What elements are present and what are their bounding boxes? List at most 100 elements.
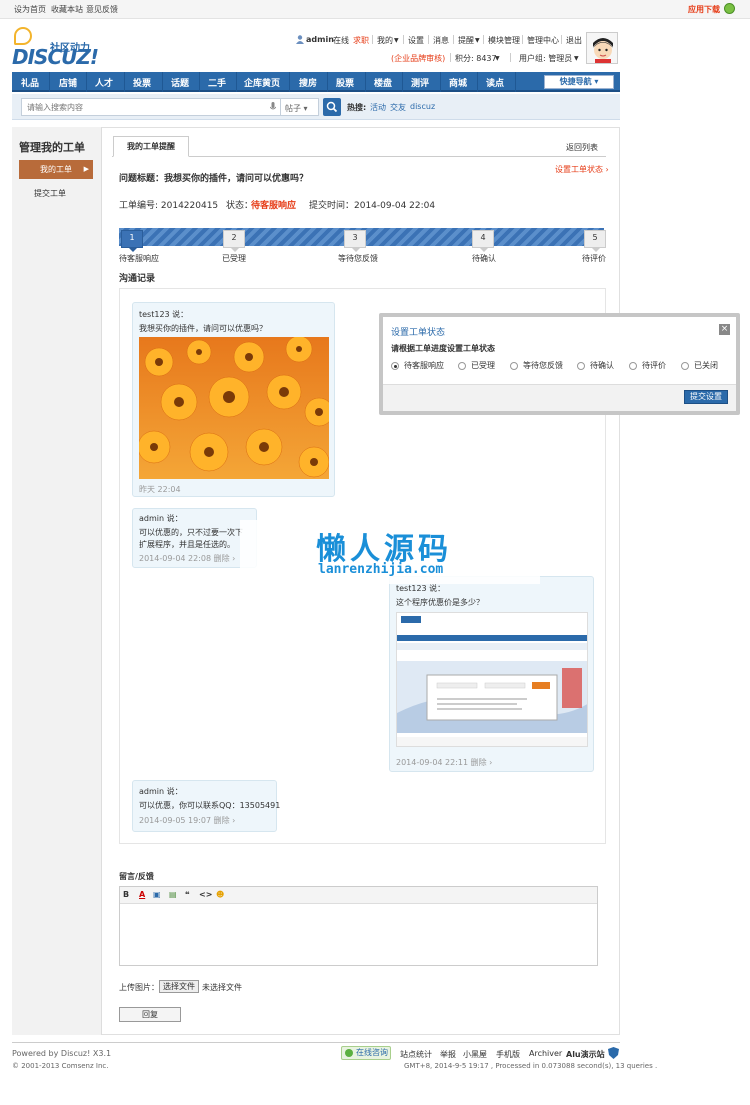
app-download-link[interactable]: 应用下载 xyxy=(688,4,720,15)
set-status-link[interactable]: 设置工单状态 › xyxy=(555,164,609,175)
message-author: test123 说： xyxy=(396,584,446,593)
smiley-icon[interactable]: ☻ xyxy=(216,890,224,899)
admin-center-link[interactable]: 管理中心 xyxy=(527,35,559,46)
editor-toolbar xyxy=(120,887,597,904)
footer-link[interactable]: Alu演示站 xyxy=(566,1049,605,1060)
image-icon[interactable]: ▣ xyxy=(153,890,161,899)
step-label: 待确认 xyxy=(472,254,496,263)
online-consult-button[interactable]: 在线咨询 xyxy=(341,1046,391,1060)
reminders-link[interactable]: 提醒 xyxy=(458,35,474,46)
status-radio[interactable] xyxy=(510,362,518,370)
enterprise-link[interactable]: (企业品牌审核) xyxy=(391,53,445,64)
quick-nav-button[interactable]: 快捷导航 ▾ xyxy=(544,75,614,89)
nav-item[interactable]: 礼品 xyxy=(21,76,39,89)
logo-text: DISCUZ! xyxy=(12,45,99,69)
status-radio[interactable] xyxy=(681,362,689,370)
chevron-down-icon: ▼ xyxy=(475,37,480,44)
my-menu[interactable]: 我的 xyxy=(377,35,393,46)
status-option-label[interactable]: 已关闭 xyxy=(694,360,718,371)
microphone-icon[interactable] xyxy=(270,102,276,112)
avatar[interactable] xyxy=(586,32,618,64)
username-link[interactable]: admin xyxy=(306,35,334,44)
bold-icon[interactable]: B xyxy=(123,890,129,899)
search-input[interactable] xyxy=(21,98,281,116)
hot-link[interactable]: discuz xyxy=(410,102,435,111)
tab-my-tickets[interactable]: 我的工单提醒 xyxy=(113,136,189,157)
user-group: 用户组: 管理员 xyxy=(519,54,573,63)
footer-link[interactable]: 小黑屋 xyxy=(463,1049,487,1060)
shield-icon[interactable] xyxy=(608,1047,619,1059)
nav-item[interactable]: 测评 xyxy=(411,76,429,89)
step-label: 待评价 xyxy=(582,254,606,263)
footer-link[interactable]: Archiver xyxy=(529,1049,562,1058)
nav-item[interactable]: 股票 xyxy=(336,76,354,89)
set-home-link[interactable]: 设为首页 xyxy=(14,4,46,15)
message-text: 扩展程序，并且是任选的。 xyxy=(139,540,235,549)
nav-item[interactable]: 人才 xyxy=(95,76,113,89)
progress-step: 2 xyxy=(223,230,245,252)
status-option-label[interactable]: 待评价 xyxy=(642,360,666,371)
nav-item[interactable]: 搜房 xyxy=(299,76,317,89)
message-time[interactable]: 2014-09-04 22:08 删除 › xyxy=(139,553,235,564)
logout-link[interactable]: 退出 xyxy=(566,35,582,46)
nav-item[interactable]: 话题 xyxy=(171,76,189,89)
choose-file-button[interactable]: 选择文件 xyxy=(159,980,199,993)
nav-item[interactable]: 企库黄页 xyxy=(244,76,280,89)
question-title: 问题标题：我想买你的插件，请问可以优惠吗？ xyxy=(119,174,309,184)
progress-step: 5 xyxy=(584,230,606,252)
footer-link[interactable]: 站点统计 xyxy=(400,1049,432,1060)
message-time: 昨天 22:04 xyxy=(139,485,181,494)
close-icon[interactable]: × xyxy=(719,324,730,335)
code-icon[interactable]: <> xyxy=(199,890,212,899)
status-option-label[interactable]: 待确认 xyxy=(590,360,614,371)
nav-item[interactable]: 楼盘 xyxy=(374,76,392,89)
message-time[interactable]: 2014-09-04 22:11 删除 › xyxy=(396,757,492,768)
sidebar-item-my-tickets[interactable]: 我的工单 ▶ xyxy=(19,160,93,179)
footer-link[interactable]: 手机版 xyxy=(496,1049,520,1060)
search-type-select[interactable]: 帖子 ▾ xyxy=(281,98,319,116)
sidebar-item-submit-ticket[interactable]: 提交工单 xyxy=(34,188,66,199)
job-link[interactable]: 求职 xyxy=(353,35,369,46)
message-text: 这个程序优惠价是多少？ xyxy=(396,598,484,607)
upload-label: 上传图片： xyxy=(119,983,159,992)
progress-step: 4 xyxy=(472,230,494,252)
step-label: 等待您反馈 xyxy=(338,254,378,263)
status-radio[interactable] xyxy=(458,362,466,370)
status-option-label[interactable]: 已受理 xyxy=(471,360,495,371)
module-manage-link[interactable]: 模块管理 xyxy=(488,35,520,46)
progress-step: 1 xyxy=(121,230,143,252)
step-label: 待客服响应 xyxy=(119,254,159,263)
feedback-link[interactable]: 意见反馈 xyxy=(86,4,118,15)
reply-button[interactable]: 回复 xyxy=(119,1007,181,1022)
back-to-list-link[interactable]: 返回列表 xyxy=(566,142,598,153)
app-icon[interactable] xyxy=(724,3,735,14)
screenshot-image[interactable] xyxy=(396,612,588,747)
nav-item[interactable]: 投票 xyxy=(133,76,151,89)
status-radio[interactable] xyxy=(577,362,585,370)
nav-item[interactable]: 商城 xyxy=(449,76,467,89)
message-author: test123 说： xyxy=(139,310,189,319)
nav-item[interactable]: 读点 xyxy=(486,76,504,89)
nav-item[interactable]: 二手 xyxy=(208,76,226,89)
nav-item[interactable]: 店铺 xyxy=(59,76,77,89)
hot-link[interactable]: 活动 xyxy=(370,102,386,113)
status-option-label[interactable]: 待客服响应 xyxy=(404,360,444,371)
flower-image[interactable] xyxy=(139,337,329,479)
points-display[interactable]: 积分: 8437 xyxy=(455,53,497,64)
font-color-icon[interactable]: A xyxy=(139,890,145,899)
settings-link[interactable]: 设置 xyxy=(408,35,424,46)
quote-icon[interactable]: ❝ xyxy=(185,890,190,899)
message-time[interactable]: 2014-09-05 19:07 删除 › xyxy=(139,815,235,826)
bookmark-link[interactable]: 收藏本站 xyxy=(51,4,83,15)
footer-link[interactable]: 举报 xyxy=(440,1049,456,1060)
hot-link[interactable]: 交友 xyxy=(390,102,406,113)
search-button[interactable] xyxy=(323,98,341,116)
messages-link[interactable]: 消息 xyxy=(433,35,449,46)
attachment-icon[interactable]: ▤ xyxy=(169,890,177,899)
progress-step: 3 xyxy=(344,230,366,252)
site-logo[interactable]: 社区动力 DISCUZ! xyxy=(12,25,102,69)
status-radio[interactable] xyxy=(629,362,637,370)
status-option-label[interactable]: 等待您反馈 xyxy=(523,360,563,371)
submit-status-button[interactable]: 提交设置 xyxy=(684,390,728,404)
status-radio[interactable] xyxy=(391,362,399,370)
